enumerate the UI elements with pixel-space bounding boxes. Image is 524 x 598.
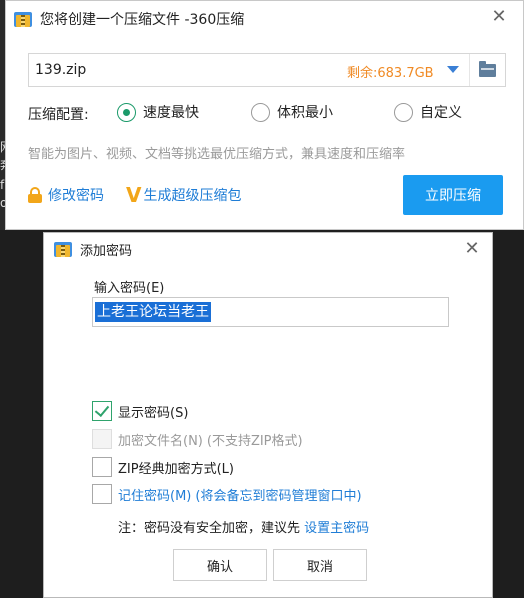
compress-window: 您将创建一个压缩文件 -360压缩 ✕ 剩余:683.7GB 压缩配置: 速度最… — [5, 0, 524, 230]
compression-config-label: 压缩配置: — [28, 107, 89, 123]
browse-folder-button[interactable] — [469, 54, 505, 86]
radio-indicator — [117, 102, 136, 122]
add-password-dialog: 添加密码 ✕ 输入密码(E) 上老王论坛当老王 显示密码(S) 加密文件名(N)… — [43, 232, 493, 598]
close-icon[interactable]: ✕ — [462, 239, 482, 259]
checkbox-label: 显示密码(S) — [118, 405, 189, 421]
v-badge-icon: V — [126, 183, 142, 207]
set-master-password-link[interactable]: 设置主密码 — [304, 521, 369, 536]
security-note: 注：密码没有安全加密，建议先 设置主密码 — [118, 517, 369, 536]
radio-label: 自定义 — [420, 105, 462, 121]
radio-smallest[interactable]: 体积最小 — [251, 102, 333, 122]
encrypt-filename-checkbox: 加密文件名(N) (不支持ZIP格式) — [92, 429, 303, 449]
folder-icon — [479, 60, 496, 77]
archive-app-icon — [14, 10, 32, 28]
window-title: 您将创建一个压缩文件 -360压缩 — [40, 12, 245, 28]
security-note-text: 注：密码没有安全加密，建议先 — [118, 521, 301, 536]
compress-window-titlebar: 您将创建一个压缩文件 -360压缩 ✕ — [6, 1, 523, 37]
checkbox-label: ZIP经典加密方式(L) — [118, 461, 234, 477]
radio-label: 速度最快 — [143, 105, 199, 121]
archive-app-icon — [54, 240, 72, 258]
radio-indicator — [251, 102, 270, 122]
confirm-button[interactable]: 确认 — [173, 549, 267, 581]
mode-description: 智能为图片、视频、文档等挑选最优压缩方式，兼具速度和压缩率 — [28, 147, 406, 162]
radio-indicator — [394, 102, 413, 122]
radio-fastest[interactable]: 速度最快 — [117, 102, 199, 122]
checkbox-note: (不支持ZIP格式) — [206, 433, 303, 449]
compress-now-button[interactable]: 立即压缩 — [403, 175, 503, 215]
super-package-link[interactable]: 生成超级压缩包 — [143, 185, 241, 205]
checkbox-box — [92, 457, 112, 477]
archive-filename-input[interactable] — [29, 62, 279, 78]
checkbox-note: (将会备忘到密码管理窗口中) — [195, 488, 362, 504]
remember-password-checkbox[interactable]: 记住密码(M) (将会备忘到密码管理窗口中) — [92, 484, 362, 504]
show-password-checkbox[interactable]: 显示密码(S) — [92, 401, 188, 421]
dialog-titlebar: 添加密码 ✕ — [44, 233, 492, 265]
compression-config-row: 压缩配置: 速度最快 体积最小 自定义 — [28, 101, 508, 125]
checkbox-box — [92, 429, 112, 449]
radio-custom[interactable]: 自定义 — [394, 102, 462, 122]
lock-icon — [28, 187, 42, 203]
password-input[interactable]: 上老王论坛当老王 — [92, 297, 449, 327]
archive-path-field[interactable]: 剩余:683.7GB — [28, 53, 506, 87]
free-space-label: 剩余:683.7GB — [347, 66, 434, 81]
cancel-button[interactable]: 取消 — [273, 549, 367, 581]
background-glyph: f — [0, 178, 5, 192]
bottom-links: 修改密码 V 生成超级压缩包 — [28, 183, 241, 207]
password-value: 上老王论坛当老王 — [95, 302, 211, 322]
radio-label: 体积最小 — [277, 105, 333, 121]
change-password-link[interactable]: 修改密码 — [48, 185, 104, 205]
checkbox-box — [92, 401, 112, 421]
password-input-label: 输入密码(E) — [94, 281, 165, 296]
dialog-title: 添加密码 — [80, 243, 133, 259]
checkbox-label: 记住密码(M) — [118, 488, 192, 504]
chevron-down-icon[interactable] — [447, 66, 459, 73]
zip-classic-encryption-checkbox[interactable]: ZIP经典加密方式(L) — [92, 457, 234, 477]
checkbox-box — [92, 484, 112, 504]
checkbox-label: 加密文件名(N) — [118, 433, 203, 449]
close-icon[interactable]: ✕ — [489, 7, 509, 27]
